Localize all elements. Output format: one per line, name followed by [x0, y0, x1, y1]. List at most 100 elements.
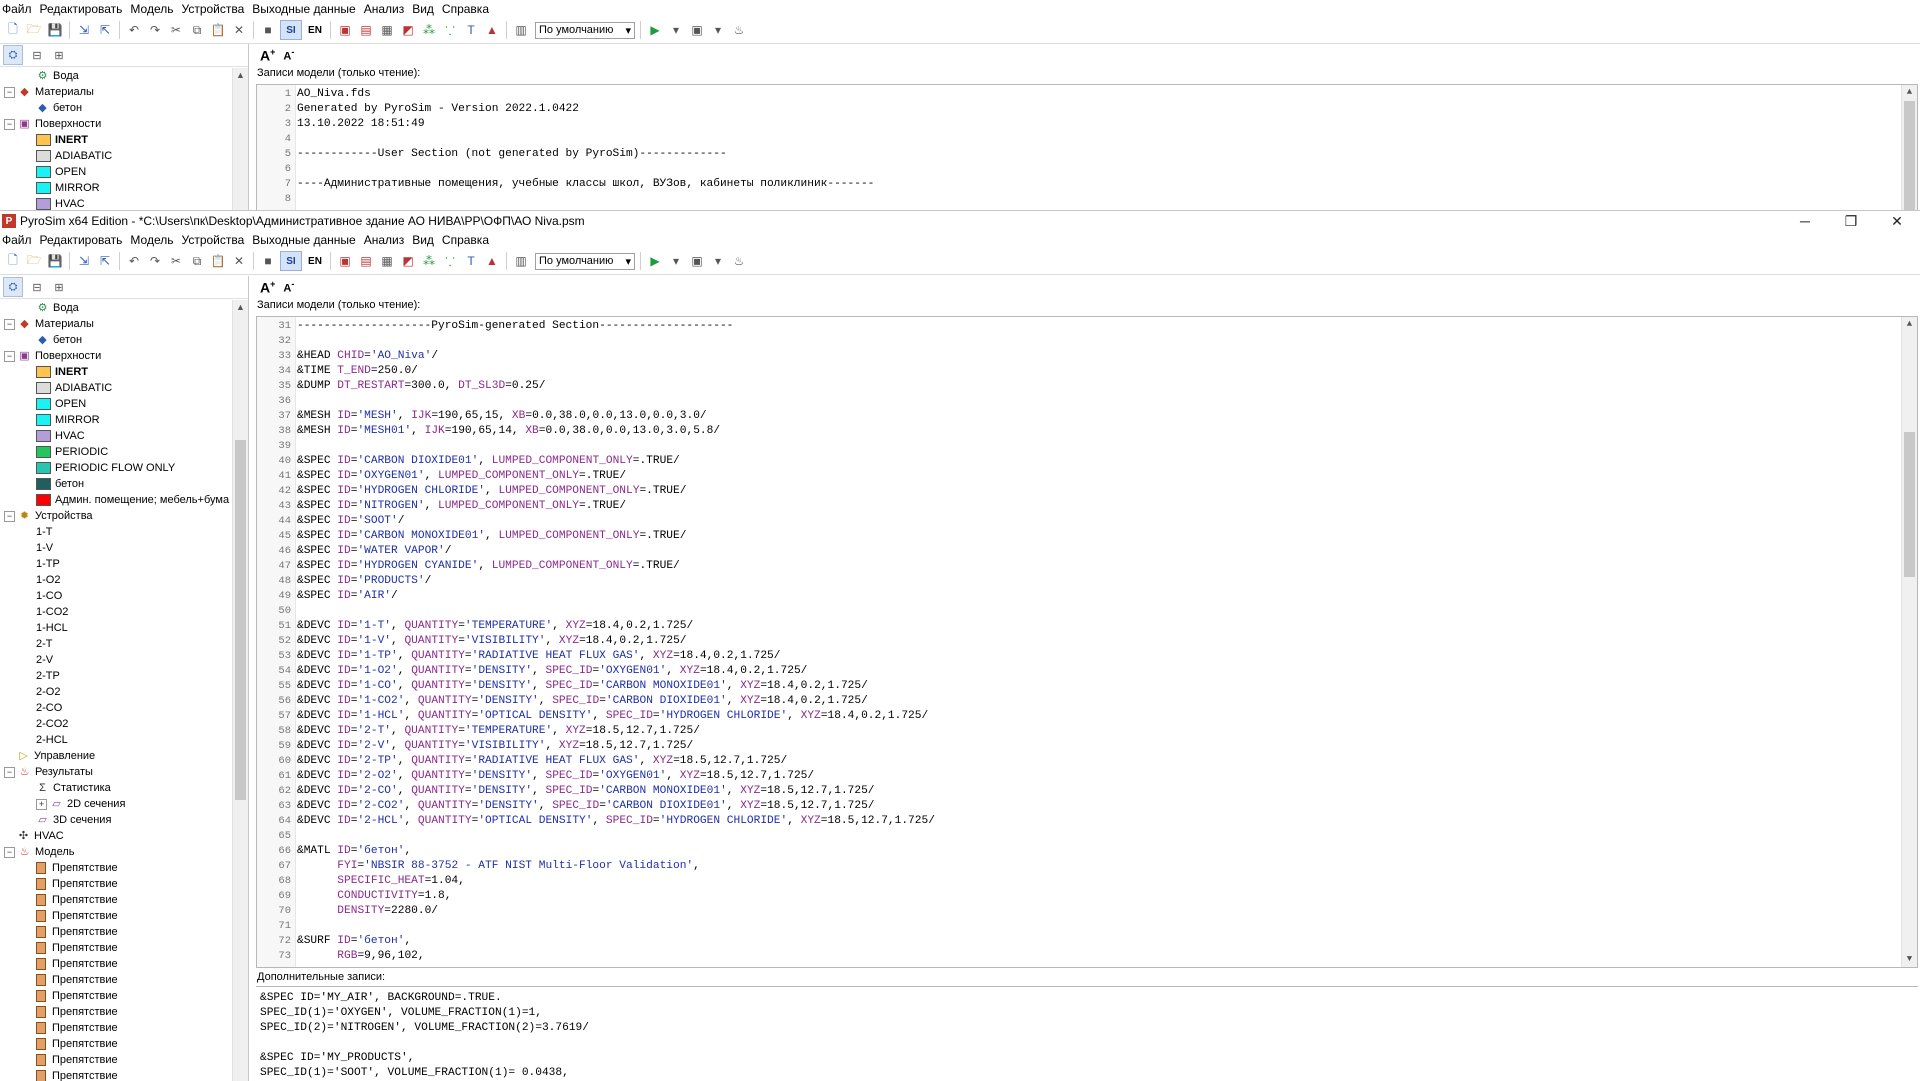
copy-icon[interactable]: ⧉: [188, 21, 206, 39]
obstruction-tool-icon[interactable]: ▣: [336, 252, 354, 270]
menu-edit[interactable]: Редактировать: [40, 233, 123, 247]
scroll-up-icon[interactable]: ▲: [233, 300, 248, 315]
menu-help[interactable]: Справка: [442, 2, 489, 16]
scroll-thumb[interactable]: [1904, 101, 1915, 210]
vent-tool-icon[interactable]: ◩: [399, 21, 417, 39]
save-icon[interactable]: 💾: [46, 252, 64, 270]
tree-item[interactable]: ⚙ Вода: [0, 68, 232, 84]
open-folder-icon[interactable]: 🗁: [25, 252, 43, 270]
tree-item[interactable]: PERIODIC: [0, 444, 232, 460]
tree-item[interactable]: Препятствие: [0, 1020, 232, 1036]
menu-model[interactable]: Модель: [130, 2, 173, 16]
menu-analysis[interactable]: Анализ: [364, 2, 405, 16]
tree-item[interactable]: 2-CO: [0, 700, 232, 716]
scroll-up-icon[interactable]: ▲: [233, 68, 248, 83]
tree-item[interactable]: ▷ Управление: [0, 748, 232, 764]
decrease-font-icon[interactable]: A-: [283, 279, 294, 295]
tree-item[interactable]: Препятствие: [0, 924, 232, 940]
tree-item[interactable]: 2-V: [0, 652, 232, 668]
device-tool-icon[interactable]: ⸪: [441, 21, 459, 39]
delete-icon[interactable]: ✕: [230, 252, 248, 270]
import-icon[interactable]: ⇲: [75, 21, 93, 39]
vent-tool-icon[interactable]: ◩: [399, 252, 417, 270]
model-records-editor[interactable]: 31 --------------------PyroSim-generated …: [256, 316, 1918, 968]
cut-icon[interactable]: ✂: [167, 252, 185, 270]
tree-item[interactable]: 2-TP: [0, 668, 232, 684]
navigation-icon[interactable]: ⛭: [3, 277, 23, 297]
menu-devices[interactable]: Устройства: [182, 2, 245, 16]
tree-item[interactable]: Препятствие: [0, 940, 232, 956]
scroll-thumb[interactable]: [1904, 432, 1915, 577]
tree-item[interactable]: − ♨ Результаты: [0, 764, 232, 780]
view-icon[interactable]: ▥: [512, 252, 530, 270]
new-file-icon[interactable]: 🗋: [4, 252, 22, 270]
export-icon[interactable]: ⇱: [96, 21, 114, 39]
tree-item[interactable]: − ◆ Материалы: [0, 316, 232, 332]
scroll-down-icon[interactable]: ▼: [1902, 952, 1917, 967]
save-icon[interactable]: 💾: [46, 21, 64, 39]
particle-tool-icon[interactable]: ⁂: [420, 21, 438, 39]
tree-item[interactable]: − ✹ Устройства: [0, 508, 232, 524]
tree-item[interactable]: 2-CO2: [0, 716, 232, 732]
tree-item[interactable]: OPEN: [0, 396, 232, 412]
menu-analysis[interactable]: Анализ: [364, 233, 405, 247]
flame-icon[interactable]: ♨: [730, 21, 748, 39]
stop-icon[interactable]: ■: [259, 21, 277, 39]
collapse-all-icon[interactable]: ⊟: [29, 279, 45, 295]
tree-item[interactable]: PERIODIC FLOW ONLY: [0, 460, 232, 476]
extra-records-editor[interactable]: &SPEC ID='MY_AIR', BACKGROUND=.TRUE. SPEC…: [256, 986, 1918, 1081]
collapse-icon[interactable]: −: [4, 318, 15, 330]
results-dropdown-icon[interactable]: ▾: [709, 21, 727, 39]
import-icon[interactable]: ⇲: [75, 252, 93, 270]
units-si-button[interactable]: SI: [280, 251, 302, 271]
units-si-button[interactable]: SI: [280, 20, 302, 40]
tree-item[interactable]: ◆ бетон: [0, 332, 232, 348]
collapse-all-icon[interactable]: ⊟: [29, 47, 45, 63]
tree-item[interactable]: Препятствие: [0, 1068, 232, 1081]
expand-all-icon[interactable]: ⊞: [51, 47, 67, 63]
tree-item[interactable]: INERT: [0, 364, 232, 380]
tree-item[interactable]: Препятствие: [0, 956, 232, 972]
tree-item[interactable]: + ▱ 2D сечения: [0, 796, 232, 812]
units-en-button[interactable]: EN: [305, 252, 325, 270]
units-en-button[interactable]: EN: [305, 21, 325, 39]
tree-item[interactable]: − ▣ Поверхности: [0, 348, 232, 364]
tree-item[interactable]: 1-T: [0, 524, 232, 540]
tree-item[interactable]: OPEN: [0, 164, 232, 180]
tree-item[interactable]: 1-HCL: [0, 620, 232, 636]
menu-file[interactable]: Файл: [2, 233, 32, 247]
collapse-icon[interactable]: −: [4, 766, 15, 778]
increase-font-icon[interactable]: A+: [260, 47, 275, 64]
view-preset-combo[interactable]: По умолчанию ▾: [535, 252, 635, 270]
tree-item[interactable]: 2-O2: [0, 684, 232, 700]
menu-edit[interactable]: Редактировать: [40, 2, 123, 16]
collapse-icon[interactable]: −: [4, 86, 15, 98]
text-tool-icon[interactable]: T: [462, 21, 480, 39]
restore-icon[interactable]: ❐: [1828, 213, 1874, 230]
increase-font-icon[interactable]: A+: [260, 279, 275, 296]
grid-tool-icon[interactable]: ▦: [378, 252, 396, 270]
device-tool-icon[interactable]: ⸪: [441, 252, 459, 270]
tree-scrollbar[interactable]: ▲: [232, 68, 248, 210]
minimize-icon[interactable]: ─: [1782, 213, 1828, 229]
menu-devices[interactable]: Устройства: [182, 233, 245, 247]
export-icon[interactable]: ⇱: [96, 252, 114, 270]
tree-item[interactable]: − ♨ Модель: [0, 844, 232, 860]
tree-item[interactable]: 2-HCL: [0, 732, 232, 748]
fire-tool-icon[interactable]: ▲: [483, 252, 501, 270]
tree-item[interactable]: MIRROR: [0, 180, 232, 196]
tree-item[interactable]: Препятствие: [0, 892, 232, 908]
grid-tool-icon[interactable]: ▦: [378, 21, 396, 39]
tree-item[interactable]: Препятствие: [0, 876, 232, 892]
tree-item[interactable]: бетон: [0, 476, 232, 492]
tree-item[interactable]: ◆ бетон: [0, 100, 232, 116]
menu-file[interactable]: Файл: [2, 2, 32, 16]
tree-item[interactable]: Препятствие: [0, 1036, 232, 1052]
results-dropdown-icon[interactable]: ▾: [709, 252, 727, 270]
view-preset-combo[interactable]: По умолчанию ▾: [535, 21, 635, 39]
tree-item[interactable]: Препятствие: [0, 860, 232, 876]
run-icon[interactable]: ▶: [646, 252, 664, 270]
scroll-up-icon[interactable]: ▲: [1902, 85, 1917, 100]
flame-icon[interactable]: ♨: [730, 252, 748, 270]
decrease-font-icon[interactable]: A-: [283, 47, 294, 63]
